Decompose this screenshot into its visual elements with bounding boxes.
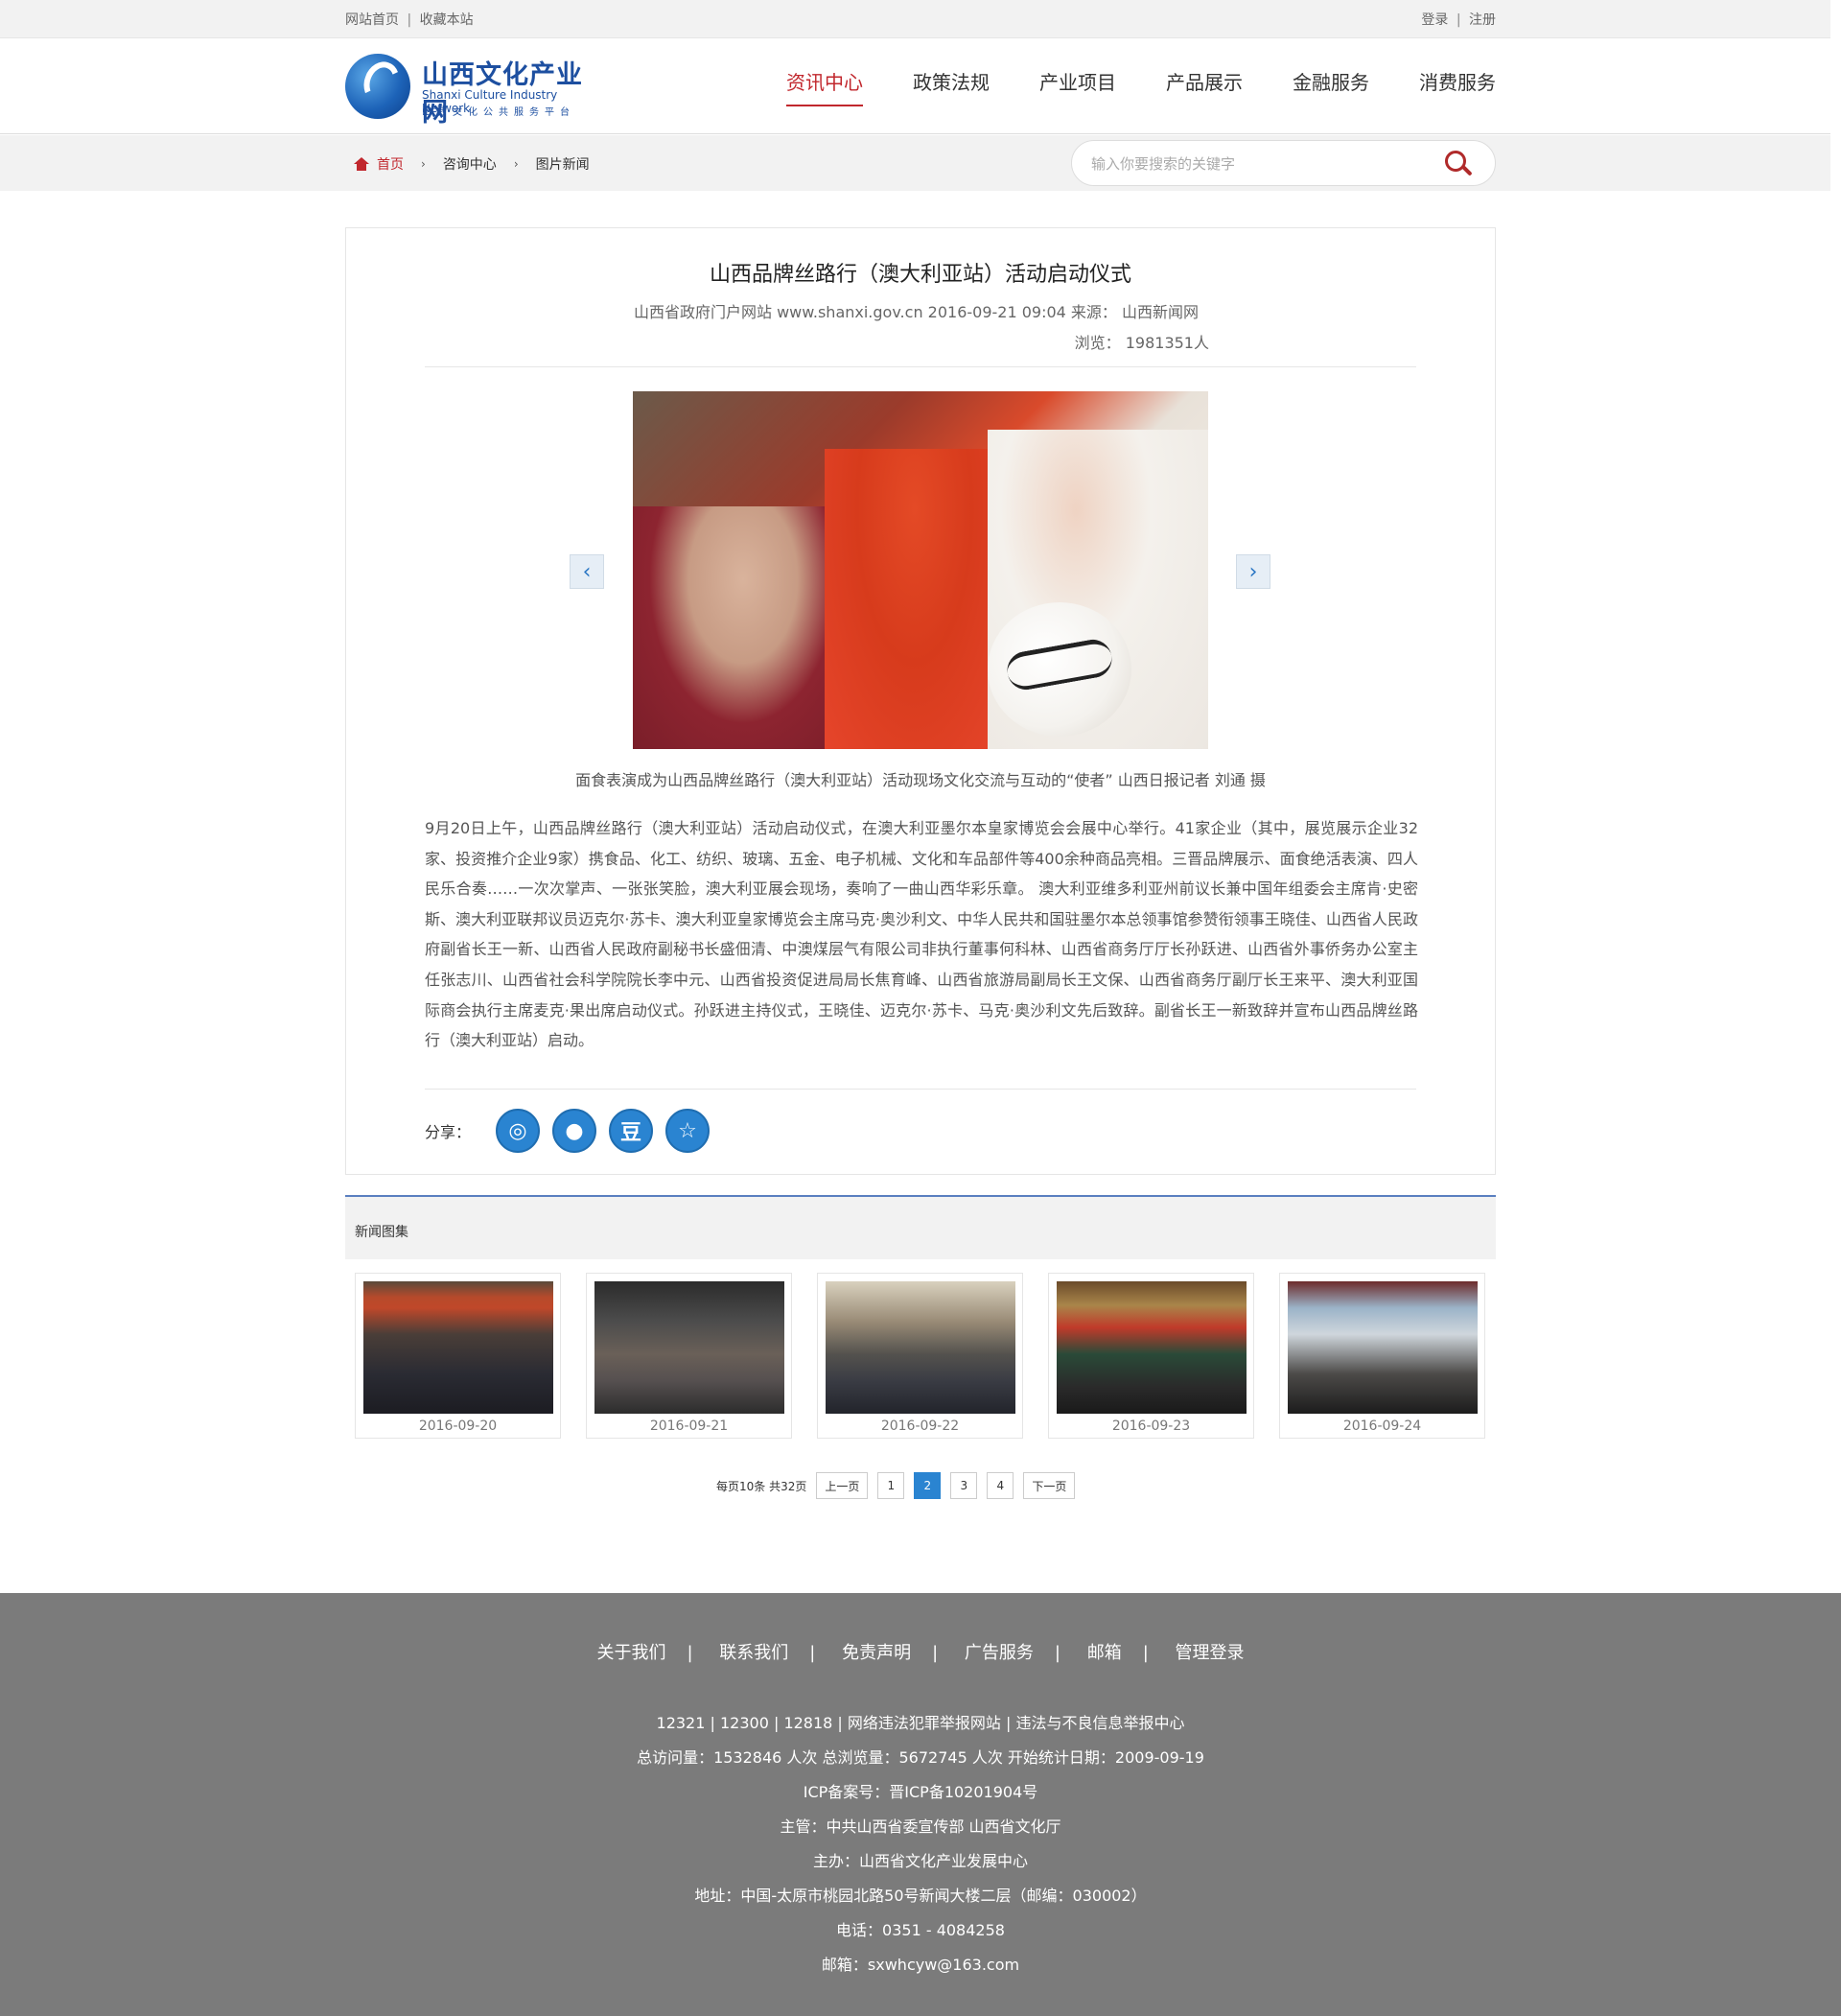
breadcrumb-bar: 首页 › 咨询中心 › 图片新闻 <box>0 135 1830 191</box>
nav-item-products[interactable]: 产品展示 <box>1166 67 1243 106</box>
gallery-header: 新闻图集 <box>345 1195 1496 1259</box>
footer-link-mail[interactable]: 邮箱 <box>1087 1643 1122 1663</box>
breadcrumb-level2[interactable]: 图片新闻 <box>536 154 590 174</box>
gallery-date: 2016-09-20 <box>418 1418 498 1434</box>
nav-item-projects[interactable]: 产业项目 <box>1039 67 1116 106</box>
separator: | <box>1142 1643 1149 1663</box>
logo-subtitle: 山西文化公共服务平台 <box>422 107 575 118</box>
top-right-links: 登录 | 注册 <box>1421 10 1496 29</box>
footer-link-about[interactable]: 关于我们 <box>596 1643 665 1663</box>
separator: | <box>687 1643 693 1663</box>
breadcrumb-level1[interactable]: 咨询中心 <box>443 154 497 174</box>
footer-stats-line: 总访问量：1532846 人次 总浏览量：5672745 人次 开始统计日期：2… <box>637 1748 1204 1767</box>
login-link[interactable]: 登录 <box>1421 12 1448 28</box>
chevron-left-icon: ‹ <box>582 559 592 584</box>
gallery-date: 2016-09-24 <box>1342 1418 1422 1434</box>
photo-caption: 面食表演成为山西品牌丝路行（澳大利亚站）活动现场文化交流与互动的“使者” 山西日… <box>575 771 1266 789</box>
nav-item-policy[interactable]: 政策法规 <box>913 67 990 106</box>
gallery-item[interactable]: 2016-09-22 <box>817 1273 1023 1439</box>
article-views: 浏览： 1981351人 <box>1074 334 1209 352</box>
chevron-right-icon: › <box>1248 559 1258 584</box>
gallery-date: 2016-09-21 <box>649 1418 729 1434</box>
share-label: 分享： <box>425 1123 472 1141</box>
page-button-4[interactable]: 4 <box>987 1472 1014 1499</box>
gallery-item[interactable]: 2016-09-24 <box>1279 1273 1485 1439</box>
gallery-date: 2016-09-22 <box>880 1418 960 1434</box>
nav-item-finance[interactable]: 金融服务 <box>1293 67 1369 106</box>
gallery-image <box>1057 1281 1247 1414</box>
site-footer: 关于我们 | 联系我们 | 免责声明 | 广告服务 | 邮箱 | 管理登录 12321 |… <box>0 1593 1841 2016</box>
qzone-icon[interactable]: ☆ <box>665 1109 711 1153</box>
article-card: 山西品牌丝路行（澳大利亚站）活动启动仪式 山西省政府门户网站 www.shanx… <box>345 227 1496 1175</box>
gallery-image <box>826 1281 1015 1414</box>
bookmark-link[interactable]: 收藏本站 <box>420 12 474 28</box>
nav-item-news-center[interactable]: 资讯中心 <box>786 67 863 106</box>
page-button-3[interactable]: 3 <box>950 1472 978 1499</box>
gallery-image <box>363 1281 553 1414</box>
footer-icp-line: ICP备案号：晋ICP备10201904号 <box>803 1783 1038 1801</box>
gallery-item[interactable]: 2016-09-21 <box>586 1273 792 1439</box>
search-icon[interactable] <box>1445 151 1473 177</box>
chevron-right-icon: › <box>421 157 426 171</box>
separator: | <box>1456 12 1461 28</box>
main-nav: 资讯中心 政策法规 产业项目 产品展示 金融服务 消费服务 <box>736 67 1496 106</box>
nav-item-consumer[interactable]: 消费服务 <box>1419 67 1496 106</box>
footer-link-disclaimer[interactable]: 免责声明 <box>842 1643 911 1663</box>
gallery-item[interactable]: 2016-09-23 <box>1048 1273 1254 1439</box>
site-logo[interactable]: 山西文化产业网 Shanxi Culture Industry Network … <box>345 52 606 128</box>
gallery-date: 2016-09-23 <box>1111 1418 1191 1434</box>
gallery-list: 2016-09-20 2016-09-21 2016-09-22 2016-09… <box>355 1273 1510 1439</box>
pagination: 每页10条 共32页 上一页 1 2 3 4 下一页 <box>716 1472 1084 1499</box>
article-photo <box>633 391 1208 749</box>
wechat-icon[interactable]: ● <box>552 1109 597 1153</box>
page-button-2[interactable]: 2 <box>914 1472 942 1499</box>
article-title: 山西品牌丝路行（澳大利亚站）活动启动仪式 <box>709 263 1131 287</box>
separator: | <box>407 12 412 28</box>
breadcrumb-home[interactable]: 首页 <box>377 154 404 174</box>
separator: | <box>932 1643 939 1663</box>
prev-page-button[interactable]: 上一页 <box>816 1472 869 1499</box>
footer-organizer-line: 主办：山西省文化产业发展中心 <box>812 1852 1028 1870</box>
share-bar: 分享： ◎ ● 豆 ☆ <box>425 1109 722 1153</box>
article-body: 9月20日上午，山西品牌丝路行（澳大利亚站）活动启动仪式，在澳大利亚墨尔本皇家博… <box>425 819 1418 1050</box>
site-home-link[interactable]: 网站首页 <box>345 12 399 28</box>
footer-report-line: 12321 | 12300 | 12818 | 网络违法犯罪举报网站 | 违法与… <box>656 1714 1185 1732</box>
page-button-1[interactable]: 1 <box>877 1472 905 1499</box>
footer-links: 关于我们 | 联系我们 | 免责声明 | 广告服务 | 邮箱 | 管理登录 <box>0 1639 1841 1664</box>
photo-prev-button[interactable]: ‹ <box>570 554 604 589</box>
footer-address-line: 地址：中国-太原市桃园北路50号新闻大楼二层（邮编：030002） <box>694 1887 1147 1905</box>
footer-link-admin[interactable]: 管理登录 <box>1176 1643 1245 1663</box>
divider <box>425 1089 1416 1090</box>
article-meta: 山西省政府门户网站 www.shanxi.gov.cn 2016-09-21 0… <box>634 303 1200 321</box>
footer-link-contact[interactable]: 联系我们 <box>719 1643 788 1663</box>
chevron-right-icon: › <box>513 157 519 171</box>
footer-email-line: 邮箱：sxwhcyw@163.com <box>821 1956 1020 1974</box>
top-utility-bar: 网站首页 | 收藏本站 登录 | 注册 <box>0 0 1830 38</box>
footer-phone-line: 电话：0351 - 4084258 <box>836 1921 1005 1939</box>
photo-next-button[interactable]: › <box>1236 554 1270 589</box>
breadcrumb: 首页 › 咨询中心 › 图片新闻 <box>354 154 590 174</box>
pagination-info: 每页10条 共32页 <box>716 1479 807 1493</box>
separator: | <box>809 1643 816 1663</box>
gallery-item[interactable]: 2016-09-20 <box>355 1273 561 1439</box>
footer-info: 12321 | 12300 | 12818 | 网络违法犯罪举报网站 | 违法与… <box>0 1706 1841 1982</box>
search-input[interactable] <box>1091 152 1436 176</box>
divider <box>425 366 1416 367</box>
weibo-icon[interactable]: ◎ <box>496 1109 541 1153</box>
top-left-links: 网站首页 | 收藏本站 <box>345 10 474 29</box>
search-box <box>1071 140 1496 186</box>
home-icon <box>354 157 369 171</box>
gallery-image <box>594 1281 784 1414</box>
site-header: 山西文化产业网 Shanxi Culture Industry Network … <box>0 38 1830 134</box>
gallery-image <box>1288 1281 1478 1414</box>
footer-supervisor-line: 主管：中共山西省委宣传部 山西省文化厅 <box>780 1817 1061 1836</box>
footer-link-ads[interactable]: 广告服务 <box>965 1643 1034 1663</box>
logo-mark-icon <box>345 54 410 119</box>
gallery-title: 新闻图集 <box>355 1225 408 1240</box>
next-page-button[interactable]: 下一页 <box>1023 1472 1076 1499</box>
register-link[interactable]: 注册 <box>1469 12 1496 28</box>
separator: | <box>1054 1643 1060 1663</box>
douban-icon[interactable]: 豆 <box>609 1109 654 1153</box>
